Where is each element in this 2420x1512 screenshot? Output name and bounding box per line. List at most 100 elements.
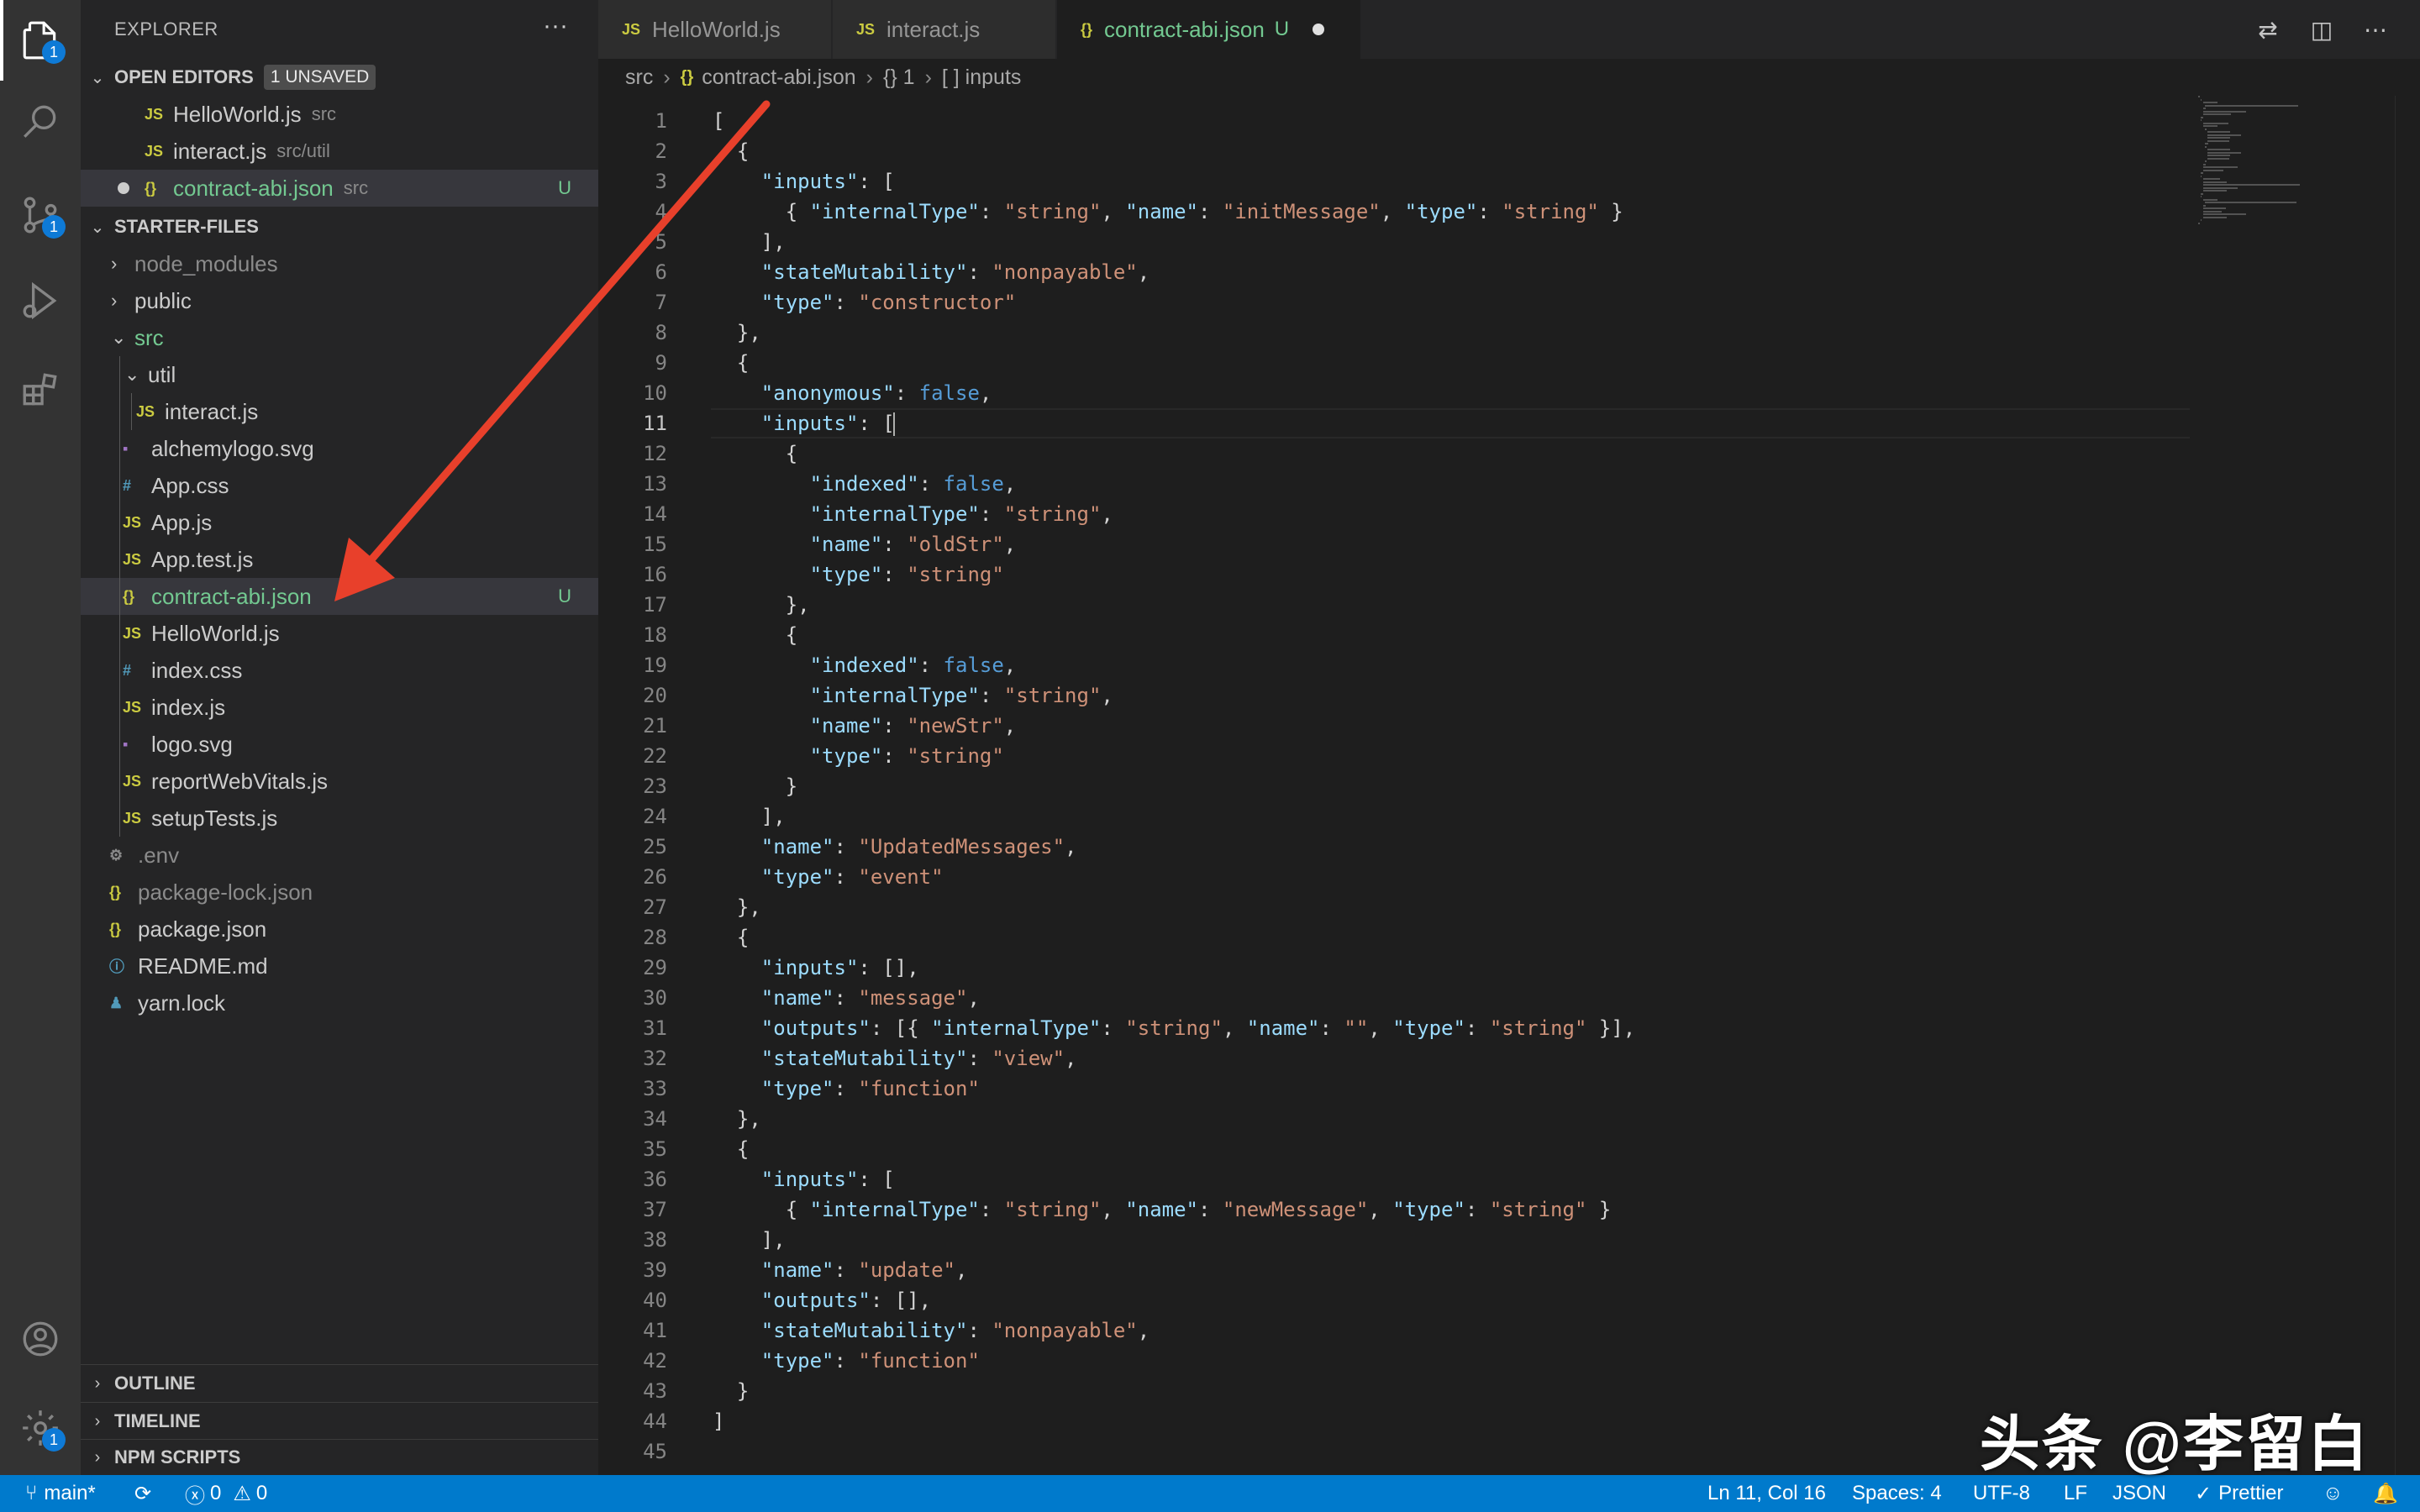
tab-contract-abi[interactable]: {} contract-abi.json U <box>1057 0 1361 59</box>
tree-folder[interactable]: ⌄ src <box>81 319 598 356</box>
code-line[interactable]: }, <box>713 321 761 344</box>
code-line[interactable]: "inputs": [ <box>713 412 895 436</box>
open-editors-header[interactable]: ⌄ OPEN EDITORS 1 UNSAVED <box>81 59 598 96</box>
outline-header[interactable]: › OUTLINE <box>81 1365 598 1402</box>
code-line[interactable]: "outputs": [{ "internalType": "string", … <box>713 1016 1635 1040</box>
run-debug-activity[interactable] <box>0 260 81 341</box>
project-header[interactable]: ⌄ STARTER-FILES <box>81 208 598 245</box>
more-actions-icon[interactable]: ··· <box>543 12 568 40</box>
tree-file[interactable]: ▪ alchemylogo.svg <box>81 430 598 467</box>
tree-file[interactable]: JS HelloWorld.js <box>81 615 598 652</box>
extensions-activity[interactable] <box>0 349 81 430</box>
code-line[interactable]: "indexed": false, <box>713 654 1017 677</box>
code-line[interactable]: "name": "update", <box>713 1258 968 1282</box>
code-line[interactable]: [ <box>713 109 724 133</box>
code-line[interactable]: "stateMutability": "nonpayable", <box>713 1319 1150 1342</box>
timeline-header[interactable]: › TIMELINE <box>81 1403 598 1440</box>
open-editor-item[interactable]: JS HelloWorld.js src <box>81 96 598 133</box>
more-actions-icon[interactable]: ⋯ <box>2358 12 2393 47</box>
code-line[interactable]: "name": "newStr", <box>713 714 1017 738</box>
tree-file[interactable]: JS setupTests.js <box>81 800 598 837</box>
tree-file[interactable]: ⓘ README.md <box>81 948 598 984</box>
tab-helloworld[interactable]: JS HelloWorld.js <box>598 0 832 59</box>
tree-file[interactable]: JS App.js <box>81 504 598 541</box>
tree-folder[interactable]: › node_modules <box>81 245 598 282</box>
code-line[interactable]: { "internalType": "string", "name": "ini… <box>713 200 1623 223</box>
open-changes-icon[interactable]: ⇄ <box>2250 12 2286 47</box>
code-line[interactable]: "type": "string" <box>713 744 1004 768</box>
code-line[interactable]: "internalType": "string", <box>713 502 1113 526</box>
tree-file[interactable]: # App.css <box>81 467 598 504</box>
code-line[interactable]: { <box>713 926 749 949</box>
code-line[interactable]: } <box>713 1379 749 1403</box>
tree-file-selected[interactable]: {} contract-abi.json U <box>81 578 598 615</box>
code-line[interactable]: "type": "function" <box>713 1077 980 1100</box>
code-line[interactable]: { "internalType": "string", "name": "new… <box>713 1198 1612 1221</box>
tree-file[interactable]: JS interact.js <box>81 393 598 430</box>
code-line[interactable]: { <box>713 139 749 163</box>
code-line[interactable]: } <box>713 774 797 798</box>
code-line[interactable]: ], <box>713 805 786 828</box>
code-line[interactable]: "indexed": false, <box>713 472 1017 496</box>
unsaved-dot-icon[interactable] <box>118 182 129 194</box>
minimap[interactable] <box>2198 96 2333 247</box>
code-line[interactable]: "type": "event" <box>713 865 944 889</box>
indentation[interactable]: Spaces: 4 <box>1852 1475 1942 1512</box>
code-line[interactable]: }, <box>713 1107 761 1131</box>
code-line[interactable]: "stateMutability": "nonpayable", <box>713 260 1150 284</box>
code-line[interactable]: "anonymous": false, <box>713 381 992 405</box>
tree-file[interactable]: # index.css <box>81 652 598 689</box>
tree-file[interactable]: ⚙ .env <box>81 837 598 874</box>
breadcrumb-file[interactable]: contract-abi.json <box>702 66 855 90</box>
code-line[interactable]: { <box>713 442 797 465</box>
tree-file[interactable]: ▪ logo.svg <box>81 726 598 763</box>
breadcrumb-array[interactable]: [ ] inputs <box>942 66 1022 90</box>
code-line[interactable]: ] <box>713 1410 724 1433</box>
code-line[interactable]: ], <box>713 1228 786 1252</box>
manage-activity[interactable]: 1 <box>0 1388 81 1468</box>
breadcrumb-object[interactable]: {} 1 <box>883 66 915 90</box>
branch-indicator[interactable]: ⑂ main* <box>25 1475 96 1512</box>
tree-file[interactable]: JS index.js <box>81 689 598 726</box>
code-line[interactable]: "inputs": [], <box>713 956 919 979</box>
tree-file[interactable]: JS App.test.js <box>81 541 598 578</box>
explorer-activity[interactable]: 1 <box>0 0 81 81</box>
tree-file[interactable]: {} package-lock.json <box>81 874 598 911</box>
code-line[interactable]: "name": "message", <box>713 986 980 1010</box>
tree-file[interactable]: {} package.json <box>81 911 598 948</box>
code-line[interactable]: "type": "constructor" <box>713 291 1016 314</box>
tree-file[interactable]: ♟ yarn.lock <box>81 984 598 1021</box>
code-line[interactable]: }, <box>713 895 761 919</box>
split-editor-icon[interactable]: ◫ <box>2304 12 2339 47</box>
tab-interact[interactable]: JS interact.js <box>833 0 1056 59</box>
breadcrumb-folder[interactable]: src <box>625 66 653 90</box>
bell-icon[interactable]: 🔔 <box>2373 1475 2398 1512</box>
code-line[interactable]: ], <box>713 230 786 254</box>
tree-folder[interactable]: ⌄ util <box>81 356 598 393</box>
sync-icon[interactable]: ⟳ <box>134 1475 151 1512</box>
code-line[interactable]: "stateMutability": "view", <box>713 1047 1077 1070</box>
open-editor-item[interactable]: JS interact.js src/util <box>81 133 598 170</box>
code-line[interactable]: "outputs": [], <box>713 1289 931 1312</box>
code-line[interactable]: "inputs": [ <box>713 170 895 193</box>
code-line[interactable]: "inputs": [ <box>713 1168 895 1191</box>
code-line[interactable]: }, <box>713 593 810 617</box>
npm-scripts-header[interactable]: › NPM SCRIPTS <box>81 1440 598 1475</box>
tree-folder[interactable]: › public <box>81 282 598 319</box>
code-line[interactable]: "name": "oldStr", <box>713 533 1017 556</box>
open-editor-item-active[interactable]: {} contract-abi.json src U <box>81 170 598 207</box>
code-line[interactable]: { <box>713 623 797 647</box>
accounts-activity[interactable] <box>0 1299 81 1379</box>
code-editor[interactable]: 1 [2 {3 "inputs": [4 { "internalType": "s… <box>598 96 2420 1475</box>
code-line[interactable]: { <box>713 351 749 375</box>
unsaved-dot-icon[interactable] <box>1313 24 1325 35</box>
code-line[interactable]: "type": "function" <box>713 1349 980 1373</box>
code-line[interactable]: "internalType": "string", <box>713 684 1113 707</box>
vertical-scrollbar[interactable] <box>2395 96 2420 1475</box>
code-line[interactable]: { <box>713 1137 749 1161</box>
search-activity[interactable] <box>0 81 81 161</box>
tree-file[interactable]: JS reportWebVitals.js <box>81 763 598 800</box>
problems-indicator[interactable]: ⓧ 0 ⚠ 0 <box>185 1475 267 1512</box>
cursor-position[interactable]: Ln 11, Col 16 <box>1707 1475 1826 1512</box>
code-line[interactable]: "type": "string" <box>713 563 1004 586</box>
